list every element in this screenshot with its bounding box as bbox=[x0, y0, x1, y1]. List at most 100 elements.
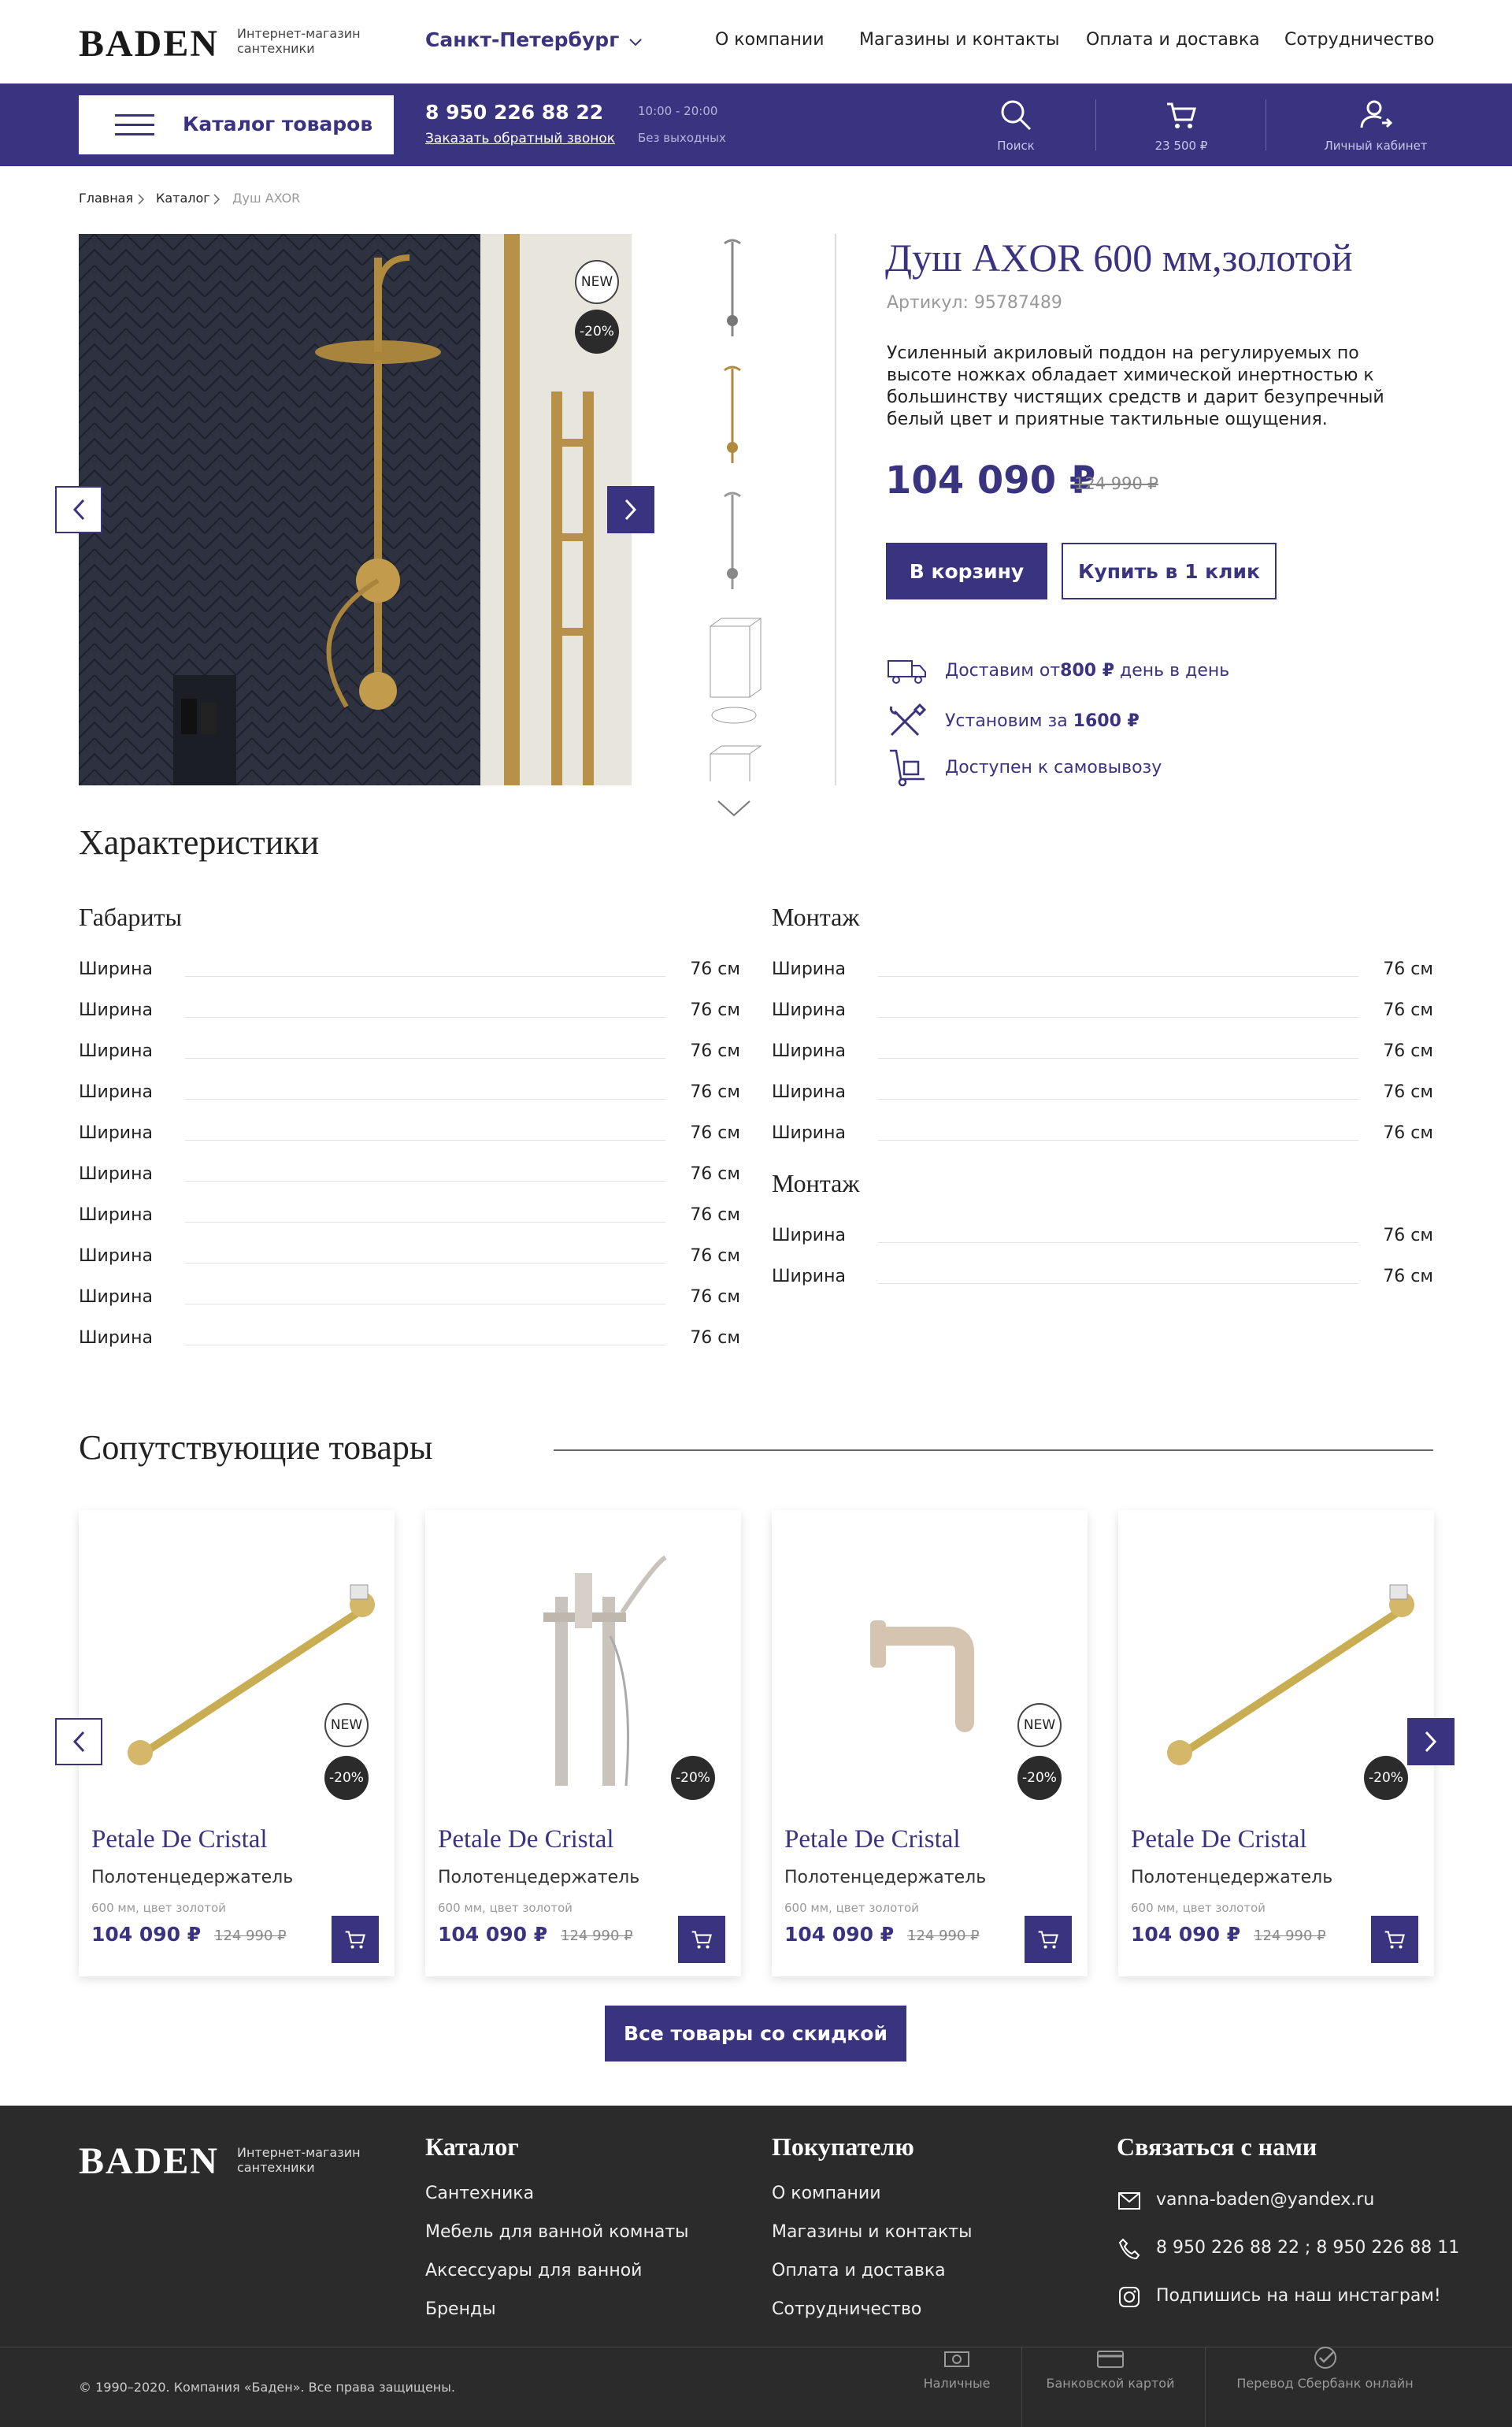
product-card[interactable]: -20% Petale De Cristal Полотенцедержател… bbox=[425, 1510, 741, 1976]
product-card[interactable]: NEW -20% Petale De Cristal Полотенцедерж… bbox=[79, 1510, 395, 1976]
card-subtitle: Полотенцедержатель bbox=[1131, 1868, 1333, 1887]
footer-logo[interactable]: BADEN bbox=[79, 2139, 219, 2183]
spec-row: Ширина 76 см bbox=[772, 1123, 1433, 1144]
spec-key: Ширина bbox=[79, 1287, 153, 1307]
dolly-icon bbox=[890, 749, 925, 787]
card-subtitle: Полотенцедержатель bbox=[91, 1868, 294, 1887]
menu-icon bbox=[115, 114, 154, 136]
spec-value: 76 см bbox=[690, 1041, 740, 1061]
card-title[interactable]: Petale De Cristal bbox=[438, 1825, 614, 1854]
footer-instagram[interactable]: Подпишись на наш инстаграм! bbox=[1156, 2286, 1441, 2306]
spec-key: Ширина bbox=[79, 1123, 153, 1143]
cart-icon bbox=[1384, 1931, 1405, 1949]
divider bbox=[185, 1099, 665, 1100]
thumbnail-4[interactable] bbox=[693, 614, 772, 729]
chevron-left-icon bbox=[72, 1731, 85, 1753]
spec-row: Ширина 76 см bbox=[79, 1123, 740, 1144]
delivery-text-c: день в день bbox=[1114, 660, 1230, 681]
card-title[interactable]: Petale De Cristal bbox=[91, 1825, 268, 1854]
related-prev-button[interactable] bbox=[55, 1718, 102, 1765]
divider bbox=[185, 1017, 665, 1018]
nav-partnership[interactable]: Сотрудничество bbox=[1284, 30, 1434, 50]
thumbnail-2[interactable] bbox=[693, 361, 772, 475]
top-header: BADEN Интернет-магазин сантехники Санкт-… bbox=[0, 0, 1512, 83]
spec-key: Ширина bbox=[79, 1000, 153, 1020]
card-title[interactable]: Petale De Cristal bbox=[784, 1825, 961, 1854]
spec-key: Ширина bbox=[79, 1246, 153, 1266]
card-old-price: 124 990 ₽ bbox=[214, 1928, 287, 1944]
breadcrumb-home[interactable]: Главная bbox=[79, 191, 133, 206]
pay-sberbank-label: Перевод Сбербанк онлайн bbox=[1236, 2376, 1414, 2391]
spec-key: Ширина bbox=[79, 1164, 153, 1184]
product-article: Артикул: 95787489 bbox=[887, 293, 1062, 313]
logo-tagline-2: сантехники bbox=[237, 41, 315, 56]
search-label: Поиск bbox=[997, 139, 1035, 153]
footer-link[interactable]: О компании bbox=[772, 2184, 881, 2203]
card-price: 104 090 ₽ bbox=[91, 1923, 202, 1946]
spec-value: 76 см bbox=[690, 1246, 740, 1266]
card-old-price: 124 990 ₽ bbox=[1254, 1928, 1326, 1944]
footer-catalog-heading: Каталог bbox=[425, 2132, 519, 2161]
footer-email[interactable]: vanna-baden@yandex.ru bbox=[1156, 2190, 1374, 2210]
chevron-left-icon bbox=[72, 499, 85, 521]
footer-link[interactable]: Магазины и контакты bbox=[772, 2222, 972, 2242]
product-main-image[interactable]: NEW -20% bbox=[79, 234, 632, 785]
account-button[interactable]: Личный кабинет bbox=[1317, 98, 1435, 153]
nav-payment[interactable]: Оплата и доставка bbox=[1086, 30, 1260, 50]
cart-button[interactable]: 23 500 ₽ bbox=[1142, 98, 1221, 153]
catalog-button[interactable]: Каталог товаров bbox=[79, 95, 394, 154]
footer-link[interactable]: Оплата и доставка bbox=[772, 2261, 946, 2280]
divider bbox=[878, 1140, 1358, 1141]
card-old-price: 124 990 ₽ bbox=[561, 1928, 633, 1944]
footer-link[interactable]: Мебель для ванной комнаты bbox=[425, 2222, 689, 2242]
truck-icon bbox=[888, 660, 926, 684]
spec-row: Ширина 76 см bbox=[79, 1000, 740, 1021]
card-price: 104 090 ₽ bbox=[438, 1923, 548, 1946]
nav-about[interactable]: О компании bbox=[715, 30, 825, 50]
footer-link[interactable]: Сантехника bbox=[425, 2184, 534, 2203]
card-price: 104 090 ₽ bbox=[784, 1923, 895, 1946]
spec-row: Ширина 76 см bbox=[772, 1000, 1433, 1021]
gallery-prev-button[interactable] bbox=[55, 486, 102, 533]
thumbnails-down-icon[interactable] bbox=[717, 800, 751, 817]
product-card[interactable]: -20% Petale De Cristal Полотенцедержател… bbox=[1118, 1510, 1434, 1976]
city-selector[interactable]: Санкт-Петербург bbox=[425, 28, 642, 51]
breadcrumb-catalog[interactable]: Каталог bbox=[156, 191, 210, 206]
divider bbox=[1021, 2347, 1022, 2427]
buy-one-click-button[interactable]: Купить в 1 клик bbox=[1062, 543, 1277, 599]
card-cart-button[interactable] bbox=[1371, 1916, 1418, 1963]
add-to-cart-button[interactable]: В корзину bbox=[886, 543, 1047, 599]
breadcrumb-current: Душ AXOR bbox=[232, 191, 301, 206]
pay-cash-label: Наличные bbox=[923, 2376, 991, 2391]
card-cart-button[interactable] bbox=[1025, 1916, 1072, 1963]
product-old-price: 124 990 ₽ bbox=[1074, 474, 1158, 493]
nav-stores[interactable]: Магазины и контакты bbox=[859, 30, 1059, 50]
product-card[interactable]: NEW -20% Petale De Cristal Полотенцедерж… bbox=[772, 1510, 1088, 1976]
related-next-button[interactable] bbox=[1407, 1718, 1455, 1765]
cart-icon bbox=[691, 1931, 712, 1949]
spec-key: Ширина bbox=[79, 1041, 153, 1061]
thumbnail-5[interactable] bbox=[693, 742, 772, 781]
thumbnail-1[interactable] bbox=[693, 234, 772, 348]
footer-link[interactable]: Аксессуары для ванной bbox=[425, 2261, 642, 2280]
specs-group-mounting-2: Монтаж bbox=[772, 1169, 860, 1197]
card-cart-button[interactable] bbox=[678, 1916, 725, 1963]
card-title[interactable]: Petale De Cristal bbox=[1131, 1825, 1307, 1854]
footer-phones[interactable]: 8 950 226 88 22 ; 8 950 226 88 11 bbox=[1156, 2238, 1459, 2258]
spec-row: Ширина 76 см bbox=[79, 1205, 740, 1226]
work-hours: 10:00 - 20:00 bbox=[638, 104, 718, 118]
search-button[interactable]: Поиск bbox=[984, 98, 1047, 153]
callback-link[interactable]: Заказать обратный звонок bbox=[425, 131, 615, 147]
all-discount-button[interactable]: Все товары со скидкой bbox=[605, 2006, 906, 2061]
phone-number[interactable]: 8 950 226 88 22 bbox=[425, 101, 603, 124]
cart-icon bbox=[1038, 1931, 1058, 1949]
install-text-a: Установим за bbox=[945, 711, 1073, 731]
thumbnail-3[interactable] bbox=[693, 487, 772, 601]
spec-value: 76 см bbox=[1383, 1123, 1433, 1143]
gallery-next-button[interactable] bbox=[607, 486, 654, 533]
footer-link[interactable]: Сотрудничество bbox=[772, 2299, 921, 2319]
card-cart-button[interactable] bbox=[332, 1916, 379, 1963]
spec-row: Ширина 76 см bbox=[772, 959, 1433, 980]
footer-link[interactable]: Бренды bbox=[425, 2299, 496, 2319]
logo[interactable]: BADEN bbox=[79, 22, 219, 65]
